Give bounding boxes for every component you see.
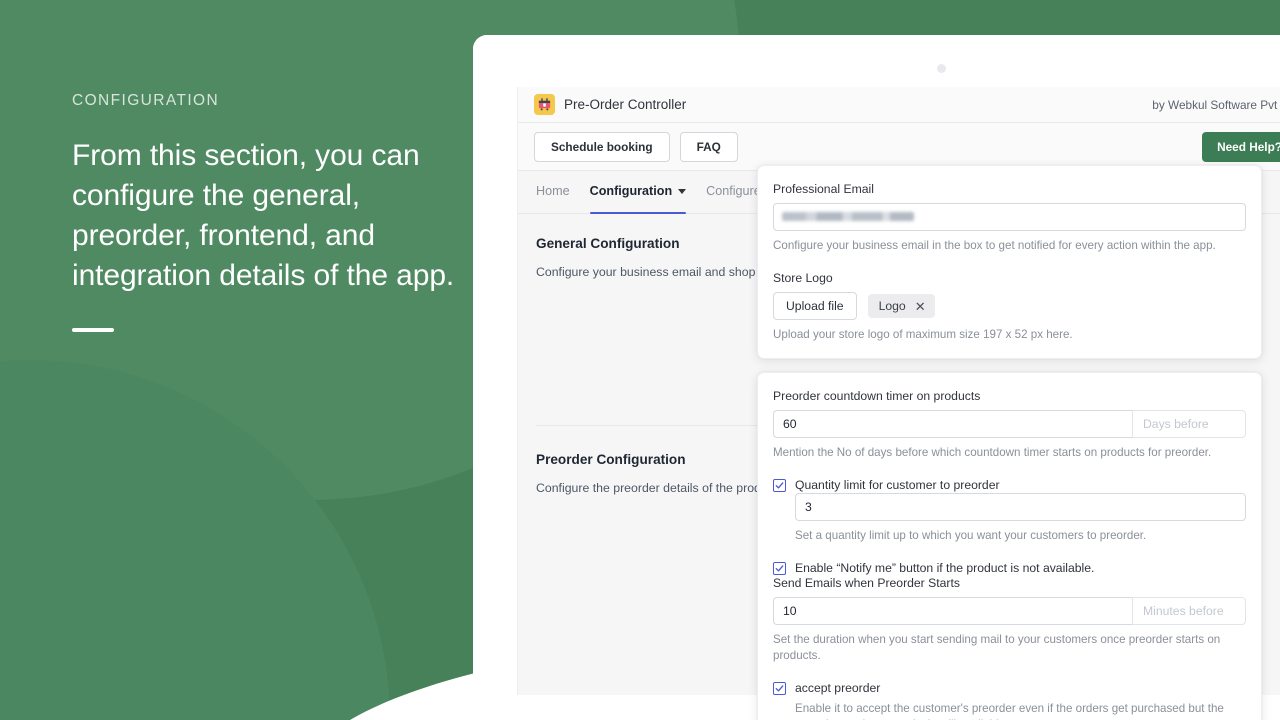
section-description: Configure the preorder details of the pr… (536, 481, 784, 495)
quantity-limit-row: Quantity limit for customer to preorder (773, 478, 1246, 493)
section-general-configuration: General Configuration Configure your bus… (536, 236, 794, 425)
app-actionbar: Schedule booking FAQ Need Help? (518, 123, 1280, 171)
quantity-limit-field: Set a quantity limit up to which you wan… (773, 493, 1246, 544)
tab-home[interactable]: Home (536, 171, 570, 213)
send-emails-input[interactable] (773, 597, 1132, 625)
settings-cards: Professional Email Configure your busine… (757, 165, 1262, 720)
app-topbar: Pre-Order Controller by Webkul Software … (518, 87, 1280, 123)
app-vendor: by Webkul Software Pvt Ltd (1152, 97, 1280, 112)
quantity-limit-input[interactable] (795, 493, 1246, 521)
quantity-limit-checkbox[interactable] (773, 479, 786, 492)
countdown-timer-group: Days before (773, 410, 1246, 438)
accept-preorder-hint-wrap: Enable it to accept the customer's preor… (773, 701, 1246, 720)
browser-dot-icon (937, 64, 946, 73)
preorder-configuration-card: Preorder countdown timer on products Day… (757, 372, 1262, 720)
app-title: Pre-Order Controller (564, 97, 687, 112)
section-description: Configure your business email and shop l… (536, 265, 783, 279)
notify-me-label: Enable “Notify me” button if the product… (795, 561, 1095, 575)
professional-email-label: Professional Email (773, 182, 874, 196)
tab-home-label: Home (536, 184, 570, 198)
chevron-down-icon[interactable] (678, 188, 687, 194)
promo-panel: CONFIGURATION From this section, you can… (72, 92, 472, 332)
send-emails-suffix: Minutes before (1132, 597, 1246, 625)
send-emails-hint: Set the duration when you start sending … (773, 633, 1221, 662)
store-logo-label: Store Logo (773, 271, 833, 285)
countdown-timer-hint: Mention the No of days before which coun… (773, 446, 1212, 459)
app-brand: Pre-Order Controller (534, 94, 686, 115)
accept-preorder-checkbox[interactable] (773, 682, 786, 695)
accept-preorder-hint: Enable it to accept the customer's preor… (795, 702, 1224, 720)
send-emails-label: Send Emails when Preorder Starts (773, 576, 960, 590)
accept-preorder-row: accept preorder (773, 681, 1246, 696)
faq-button[interactable]: FAQ (679, 131, 738, 162)
general-configuration-card: Professional Email Configure your busine… (757, 165, 1262, 359)
send-emails-group: Minutes before (773, 597, 1246, 625)
quantity-limit-label: Quantity limit for customer to preorder (795, 478, 1000, 492)
quantity-limit-hint: Set a quantity limit up to which you wan… (795, 529, 1147, 542)
tab-configuration[interactable]: Configuration (589, 171, 687, 214)
upload-file-button[interactable]: Upload file (773, 292, 857, 320)
shopping-cart-app-icon (534, 94, 555, 115)
section-title: Preorder Configuration (536, 452, 686, 467)
professional-email-hint: Configure your business email in the box… (773, 239, 1216, 252)
section-preorder-configuration: Preorder Configuration Configure the pre… (536, 425, 794, 523)
need-help-button[interactable]: Need Help? (1202, 131, 1280, 162)
schedule-booking-button[interactable]: Schedule booking (534, 131, 670, 162)
store-logo-hint: Upload your store logo of maximum size 1… (773, 328, 1073, 341)
section-title: General Configuration (536, 236, 680, 251)
tab-configuration-label: Configuration (589, 184, 673, 198)
store-logo-upload-row: Upload file Logo ✕ (773, 292, 1246, 320)
close-icon[interactable]: ✕ (915, 300, 926, 313)
countdown-timer-suffix: Days before (1132, 410, 1246, 438)
countdown-timer-label: Preorder countdown timer on products (773, 389, 981, 403)
notify-me-row: Enable “Notify me” button if the product… (773, 561, 1246, 576)
logo-chip-label: Logo (878, 299, 906, 313)
logo-chip[interactable]: Logo ✕ (867, 294, 935, 318)
promo-headline: From this section, you can configure the… (72, 139, 455, 292)
countdown-timer-input[interactable] (773, 410, 1132, 438)
browser-chrome (473, 35, 1280, 87)
promo-eyebrow: CONFIGURATION (72, 92, 220, 109)
accept-preorder-label: accept preorder (795, 681, 881, 695)
promo-divider (72, 328, 114, 332)
redacted-email-value (782, 212, 914, 221)
notify-me-checkbox[interactable] (773, 562, 786, 575)
